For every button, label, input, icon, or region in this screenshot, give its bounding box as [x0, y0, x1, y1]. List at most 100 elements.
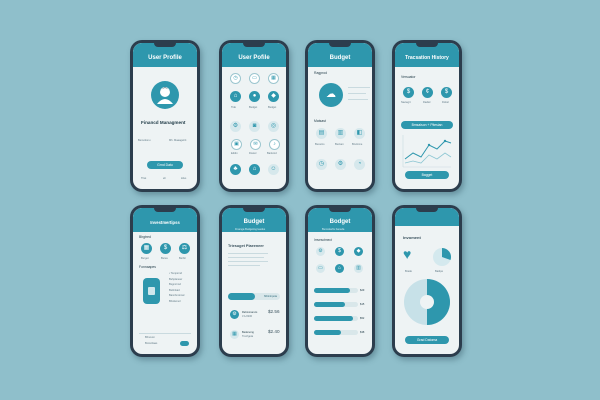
phone-screen: Budget Ragprod ☁ Matsast ▤ ▥ ◧ Bucarns B…: [308, 43, 372, 189]
list: • Tompsrnd Buhplaneer Bsgmrnod Bstlrnlai…: [169, 272, 184, 306]
chart-icon[interactable]: ▦: [268, 73, 279, 84]
settings-icon[interactable]: ⚙: [230, 310, 239, 319]
wallet-icon[interactable]: ◆: [268, 91, 279, 102]
bar-fill: [314, 330, 342, 335]
chart-icon[interactable]: ◔: [354, 159, 365, 170]
footer-item[interactable]: Bhnoust: [145, 336, 155, 339]
primary-button[interactable]: Grnd Datu: [147, 161, 183, 169]
bar-fill: [314, 316, 353, 321]
primary-button[interactable]: Grad Datoma: [405, 336, 449, 344]
icon-label: Eddin: [231, 152, 238, 155]
phone-screen: Investmertipss Bhgtred ▦ $ ⚖ Burget Bure…: [133, 208, 197, 354]
row-value: $2.40: [268, 329, 280, 334]
phone-notch: [416, 43, 438, 47]
phone-notch: [329, 208, 351, 212]
calendar-icon[interactable]: ▦: [230, 330, 239, 339]
piggy-bank-icon[interactable]: $: [403, 87, 414, 98]
icon-label: Budget: [268, 106, 277, 109]
phone-investment-chart: Invoment ♥ Brade Baidpe Grad Datoma: [392, 205, 462, 357]
chart-icon[interactable]: ▦: [141, 243, 152, 254]
card-icon[interactable]: ▭: [249, 73, 260, 84]
icon-label: Dadiel: [423, 101, 431, 104]
row-label: Rehonnamcs: [242, 311, 258, 314]
page-title: Financd Managment: [141, 120, 186, 125]
tab-mid[interactable]: eh: [163, 177, 166, 180]
list-item[interactable]: • Tompsrnd: [169, 272, 184, 275]
clock-icon[interactable]: ◷: [230, 73, 241, 84]
mail-icon[interactable]: ✉: [250, 139, 261, 150]
phone-wallet-icon: [143, 278, 160, 304]
list-item[interactable]: Buhplaneer: [169, 278, 184, 281]
briefcase-icon[interactable]: ▤: [316, 128, 327, 139]
icon-label: Buctam: [335, 143, 344, 146]
list-item[interactable]: Bannbnotmal: [169, 294, 184, 297]
section-title: Triesuget Plaeeneer: [228, 244, 264, 248]
progress-fill: [228, 293, 255, 300]
footer-item[interactable]: Brownfaas: [145, 342, 157, 345]
primary-button[interactable]: Bagget: [405, 171, 449, 179]
pie-chart-small: [433, 247, 452, 266]
row-value: $2.56: [268, 309, 280, 314]
divider: [228, 265, 260, 266]
profile-icon[interactable]: ●: [249, 91, 260, 102]
divider: [139, 333, 191, 334]
section-label: Ragprod: [314, 71, 328, 75]
plant-icon[interactable]: ♣: [230, 164, 241, 175]
cart-icon[interactable]: ⌂: [230, 91, 241, 102]
chart-icon[interactable]: ▥: [354, 264, 363, 273]
divider: [228, 257, 264, 258]
phone-budget-bars: Bodget Bumrelerlis haneda Imvesctmect ⚙ …: [305, 205, 375, 357]
people-icon[interactable]: ☺: [268, 164, 279, 175]
phone-screen: Tracsation History Versuator $ ¢ $ Naowg…: [395, 43, 459, 189]
icon-label: Bankrod: [267, 152, 277, 155]
bar-value: $52: [360, 316, 365, 320]
line-chart: [402, 135, 452, 168]
chart-label: Brade: [405, 270, 412, 273]
gear-icon[interactable]: ⚙: [335, 159, 346, 170]
avatar[interactable]: [151, 81, 179, 109]
tab-right[interactable]: lolus: [181, 177, 186, 180]
bar-value: $15: [360, 302, 365, 306]
money-icon[interactable]: $: [160, 243, 171, 254]
icon-label: Berbir: [179, 257, 186, 260]
money-icon[interactable]: $: [335, 247, 344, 256]
section-label: Versuator: [401, 75, 416, 79]
gear-icon[interactable]: ⚙: [230, 121, 241, 132]
section-label: Bhgtred: [139, 235, 151, 239]
scale-icon[interactable]: ⚖: [179, 243, 190, 254]
phone-screen: Bodget Bumrelerlis haneda Imvesctmect ⚙ …: [308, 208, 372, 354]
tab-left[interactable]: That: [141, 177, 146, 180]
dollar-icon[interactable]: $: [441, 87, 452, 98]
bar-fill: [314, 302, 345, 307]
progress-track[interactable]: Mbtntnpoia: [228, 293, 280, 300]
heart-chart-icon: ♥: [403, 246, 412, 262]
card-icon[interactable]: ▭: [316, 264, 325, 273]
row-sub: 3 1/2200: [242, 315, 253, 318]
lock-icon[interactable]: ▣: [231, 139, 242, 150]
stat-right: Mh. Maaagetrit: [169, 139, 187, 142]
home-icon[interactable]: ⌂: [249, 164, 260, 175]
phone-screen: User Profile Financd Managment Bemotionu…: [133, 43, 197, 189]
header-subtitle: Finanga Budgeting leadus: [235, 228, 266, 231]
clock-icon[interactable]: ◷: [316, 159, 327, 170]
bell-icon[interactable]: ♪: [269, 139, 280, 150]
toggle-switch[interactable]: [180, 341, 189, 346]
phone-notch: [154, 208, 176, 212]
action-button[interactable]: Bmsaison + Pitesian: [401, 121, 453, 129]
list-item[interactable]: Bsgmrnod: [169, 283, 184, 286]
phone-investments: Investmertipss Bhgtred ▦ $ ⚖ Burget Bure…: [130, 205, 200, 357]
home-icon[interactable]: ⌂: [335, 264, 344, 273]
icon-label: Dostor: [249, 152, 257, 155]
camera-icon[interactable]: ◙: [249, 121, 260, 132]
list-item[interactable]: Bhotkonol: [169, 300, 184, 303]
globe-icon[interactable]: ◎: [268, 121, 279, 132]
wallet-icon[interactable]: ◧: [354, 128, 365, 139]
drop-icon[interactable]: ◆: [354, 247, 363, 256]
cloud-icon[interactable]: ☁: [319, 83, 343, 107]
coin-icon[interactable]: ¢: [422, 87, 433, 98]
phone-budget-planner: Budget Finanga Budgeting leadus Triesuge…: [219, 205, 289, 357]
receipt-icon[interactable]: ▥: [335, 128, 346, 139]
icon-label: Brutinme: [352, 143, 363, 146]
gear-icon[interactable]: ⚙: [316, 247, 325, 256]
list-item[interactable]: Bstlrnlaid: [169, 289, 184, 292]
